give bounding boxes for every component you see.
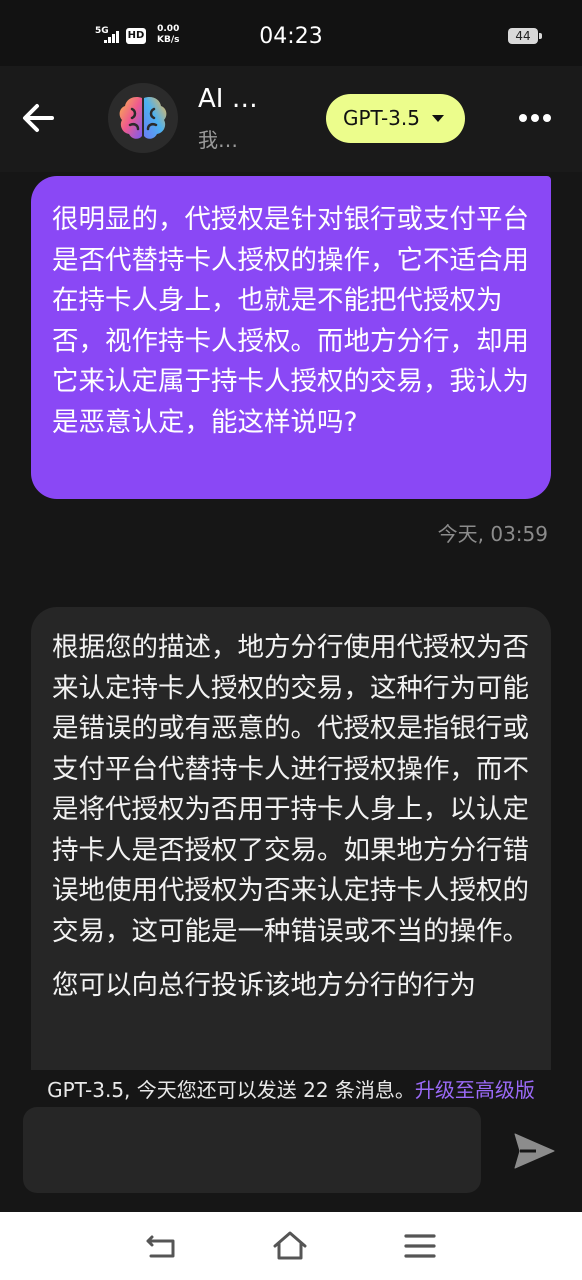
send-button[interactable] — [512, 1131, 556, 1171]
brain-icon — [119, 96, 167, 139]
ai-message-paragraph-2: 您可以向总行投诉该地方分行的行为 — [52, 970, 476, 1001]
chat-subtitle: 我… — [198, 128, 238, 152]
nav-home-button[interactable] — [272, 1228, 308, 1264]
quota-notice: GPT-3.5, 今天您还可以发送 22 条消息。升级至高级版 — [0, 1070, 582, 1110]
user-message-bubble[interactable]: 很明显的，代授权是针对银行或支付平台是否代替持卡人授权的操作，它不适合用在持卡人… — [31, 176, 551, 499]
more-horizontal-icon-dot3 — [543, 114, 551, 122]
more-options-button[interactable] — [515, 110, 555, 126]
nav-home-icon — [273, 1231, 307, 1260]
message-input-container[interactable] — [23, 1107, 481, 1193]
user-message-text: 很明显的，代授权是针对银行或支付平台是否代替持卡人授权的操作，它不适合用在持卡人… — [52, 204, 529, 438]
nav-back-icon — [146, 1235, 175, 1258]
upgrade-link[interactable]: 升级至高级版 — [415, 1078, 535, 1102]
clock: 04:23 — [259, 24, 323, 49]
quota-text: GPT-3.5, 今天您还可以发送 22 条消息。 — [47, 1078, 415, 1102]
message-timestamp: 今天, 03:59 — [437, 522, 548, 546]
nav-back-button[interactable] — [143, 1228, 179, 1264]
send-icon — [514, 1133, 555, 1169]
ai-message-paragraph-1: 根据您的描述，地方分行使用代授权为否来认定持卡人授权的交易，这种行为可能是错误的… — [52, 632, 529, 947]
nav-menu-icon — [404, 1234, 436, 1258]
system-nav-bar — [0, 1212, 582, 1280]
caret-down-icon — [432, 115, 444, 122]
more-horizontal-icon-dot2 — [531, 114, 539, 122]
nav-recents-button[interactable] — [402, 1228, 438, 1264]
chat-title: AI … — [198, 84, 258, 114]
ai-message-bubble[interactable]: 根据您的描述，地方分行使用代授权为否来认定持卡人授权的交易，这种行为可能是错误的… — [31, 607, 551, 1070]
back-button[interactable] — [18, 96, 62, 140]
arrow-left-icon — [23, 104, 54, 132]
battery-icon: 44 — [508, 28, 542, 44]
status-bar: 5G HD 0.00 KB/s 04:23 44 — [0, 0, 582, 66]
model-label: GPT-3.5 — [343, 106, 420, 130]
more-horizontal-icon — [519, 114, 527, 122]
chat-messages[interactable]: 很明显的，代授权是针对银行或支付平台是否代替持卡人授权的操作，它不适合用在持卡人… — [0, 172, 582, 1070]
message-input[interactable] — [23, 1107, 481, 1193]
model-selector-button[interactable]: GPT-3.5 — [326, 94, 465, 143]
app-header: AI … 我… GPT-3.5 — [0, 66, 582, 172]
avatar[interactable] — [108, 83, 178, 153]
